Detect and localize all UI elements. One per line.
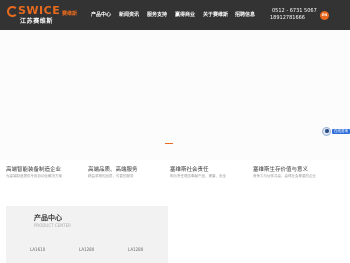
logo-mark-icon: [7, 6, 18, 17]
feature-item[interactable]: 高端智能装备制造企业 为高端制造提供专用自动化解决方案: [6, 167, 88, 179]
nav-item-products[interactable]: 产品中心: [91, 11, 111, 19]
phone-landline: 0512 - 6731 5067: [272, 8, 317, 14]
feature-title: 塞维斯生存价值与意义: [253, 167, 309, 173]
online-service-widget[interactable]: 在线咨询: [322, 126, 350, 136]
feature-desc: 精益求精的品质，可靠的服务: [88, 174, 134, 178]
nav-item-about[interactable]: 关于赛维斯: [203, 11, 228, 19]
site-header: SWICE 江苏赛维斯 赛维斯 产品中心 新闻资讯 服务支持 赢得商业 关于赛维…: [0, 0, 350, 30]
feature-desc: 为高端制造提供专用自动化解决方案: [6, 174, 62, 178]
carousel-indicator[interactable]: [165, 143, 173, 144]
phone-mobile: 18912781666: [270, 15, 305, 21]
homepage: SWICE 江苏赛维斯 赛维斯 产品中心 新闻资讯 服务支持 赢得商业 关于赛维…: [0, 0, 350, 263]
feature-desc: 明示责任理念奉献产品，健康、安全: [170, 174, 226, 178]
nav-item-news[interactable]: 新闻资讯: [119, 11, 139, 19]
products-title: 产品中心: [34, 214, 62, 222]
company-logo[interactable]: SWICE 江苏赛维斯: [7, 4, 61, 26]
product-model-link[interactable]: LA1280: [128, 247, 143, 252]
feature-item[interactable]: 塞维斯生存价值与意义 竞争力与伙伴共赢，赢得社会尊重的企业: [253, 167, 335, 179]
feature-title: 塞维斯社会责任: [170, 167, 209, 173]
product-model-link[interactable]: LA1610: [30, 247, 45, 252]
feature-item[interactable]: 高端品质、高端服务 精益求精的品质，可靠的服务: [88, 167, 170, 179]
nav-item-careers[interactable]: 招聘信息: [235, 11, 255, 19]
hero-banner: [0, 30, 350, 160]
logo-wordmark: SWICE: [18, 4, 61, 17]
service-label: 在线咨询: [332, 128, 350, 134]
nav-item-business[interactable]: 赢得商业: [175, 11, 195, 19]
product-center-panel: 产品中心 PRODUCT CENTER LA1610 LA1280 LA1280: [6, 206, 168, 263]
products-subtitle: PRODUCT CENTER: [34, 223, 71, 228]
nav-item-service[interactable]: 服务支持: [147, 11, 167, 19]
product-model-link[interactable]: LA1280: [79, 247, 94, 252]
contact-phones: 0512 - 6731 5067 18912781666: [270, 8, 317, 22]
logo-company-name: 江苏赛维斯: [20, 18, 54, 25]
language-switch-button[interactable]: EN: [320, 11, 329, 20]
feature-title: 高端品质、高端服务: [88, 167, 138, 173]
feature-title: 高端智能装备制造企业: [6, 167, 62, 173]
feature-strip: 高端智能装备制造企业 为高端制造提供专用自动化解决方案 高端品质、高端服务 精益…: [0, 160, 350, 200]
feature-desc: 竞争力与伙伴共赢，赢得社会尊重的企业: [253, 174, 316, 178]
header-slogan: 赛维斯: [62, 11, 78, 17]
feature-item[interactable]: 塞维斯社会责任 明示责任理念奉献产品，健康、安全: [170, 167, 252, 179]
service-avatar-icon: [322, 126, 331, 136]
